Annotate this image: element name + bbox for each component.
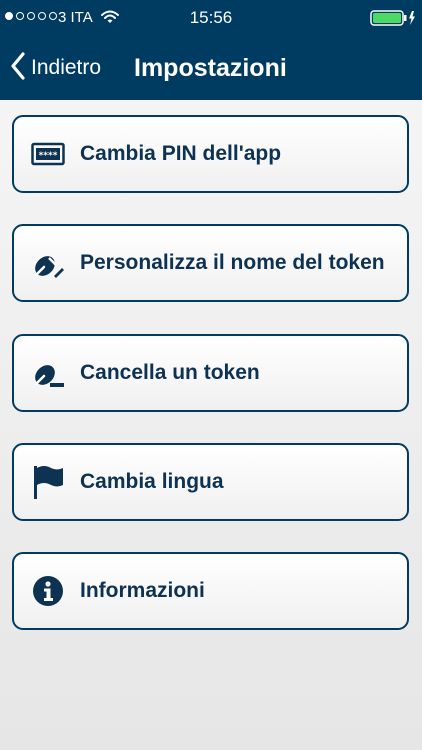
pin-card-icon: **** xyxy=(30,136,66,172)
menu-item-label: Cambia lingua xyxy=(80,470,224,493)
menu-item-label: Personalizza il nome del token xyxy=(80,251,385,274)
navigation-bar: Indietro Impostazioni xyxy=(0,36,422,100)
menu-item-label: Informazioni xyxy=(80,579,205,602)
settings-screen: 3 ITA 15:56 Indietro Impostazioni **** C… xyxy=(0,0,422,750)
status-bar: 3 ITA 15:56 xyxy=(0,0,422,36)
page-title: Impostazioni xyxy=(134,54,287,82)
flag-icon xyxy=(30,464,66,500)
change-pin-button[interactable]: **** Cambia PIN dell'app xyxy=(12,115,409,193)
rename-token-button[interactable]: Personalizza il nome del token xyxy=(12,224,409,302)
status-time: 15:56 xyxy=(189,8,233,27)
info-icon xyxy=(30,573,66,609)
svg-text:****: **** xyxy=(39,151,58,161)
information-button[interactable]: Informazioni xyxy=(12,552,409,630)
back-button-label: Indietro xyxy=(31,56,102,79)
delete-token-button[interactable]: Cancella un token xyxy=(12,334,409,412)
delete-token-icon xyxy=(30,355,66,391)
battery-icon xyxy=(370,10,416,30)
chevron-left-icon xyxy=(10,51,26,85)
menu-item-label: Cambia PIN dell'app xyxy=(80,142,282,165)
back-button[interactable]: Indietro xyxy=(10,50,101,86)
change-language-button[interactable]: Cambia lingua xyxy=(12,443,409,521)
edit-pen-icon xyxy=(30,245,66,281)
menu-item-label: Cancella un token xyxy=(80,361,260,384)
